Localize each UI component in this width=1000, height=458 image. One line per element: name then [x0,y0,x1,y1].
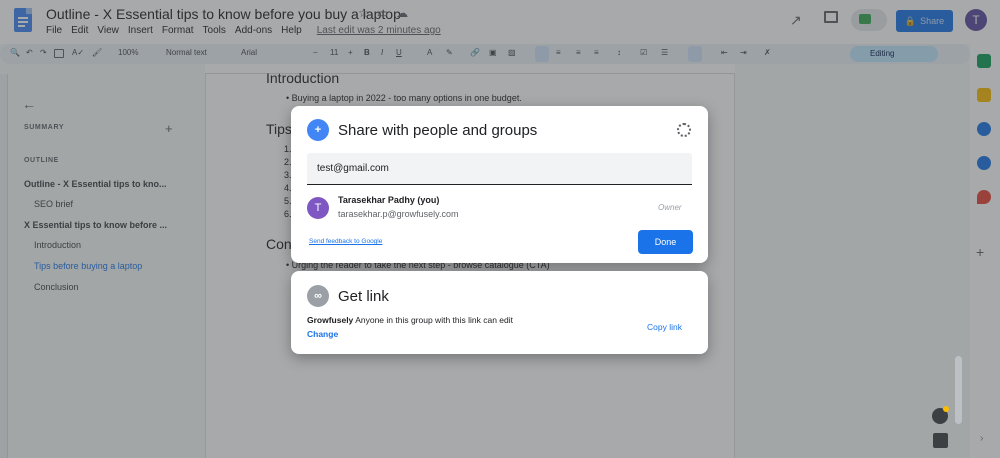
done-button[interactable]: Done [638,230,693,254]
send-feedback-link[interactable]: Send feedback to Google [309,238,382,245]
link-access-description: Growfusely Anyone in this group with thi… [307,315,513,325]
share-dialog: + Share with people and groups test@gmai… [291,106,708,263]
person-email: tarasekhar.p@growfusely.com [338,209,459,219]
link-permission-text: Anyone in this group with this link can … [355,315,514,325]
person-avatar: T [307,197,329,219]
explore-icon[interactable] [932,406,949,424]
copy-link-button[interactable]: Copy link [647,322,682,332]
person-role: Owner [658,203,682,212]
get-link-dialog: ∞ Get link Growfusely Anyone in this gro… [291,271,708,354]
assistant-icon[interactable] [933,433,948,448]
add-person-icon: + [307,119,329,141]
change-access-link[interactable]: Change [307,329,338,339]
link-icon: ∞ [307,285,329,307]
show-side-panel-chevron-icon[interactable]: › [980,433,983,444]
link-group-name: Growfusely [307,315,354,325]
scrollbar[interactable] [955,356,962,424]
get-link-title: Get link [338,288,389,305]
person-name: Tarasekhar Padhy (you) [338,195,440,205]
share-dialog-title: Share with people and groups [338,122,538,139]
settings-gear-icon[interactable] [677,123,691,137]
add-people-input[interactable]: test@gmail.com [307,153,692,185]
